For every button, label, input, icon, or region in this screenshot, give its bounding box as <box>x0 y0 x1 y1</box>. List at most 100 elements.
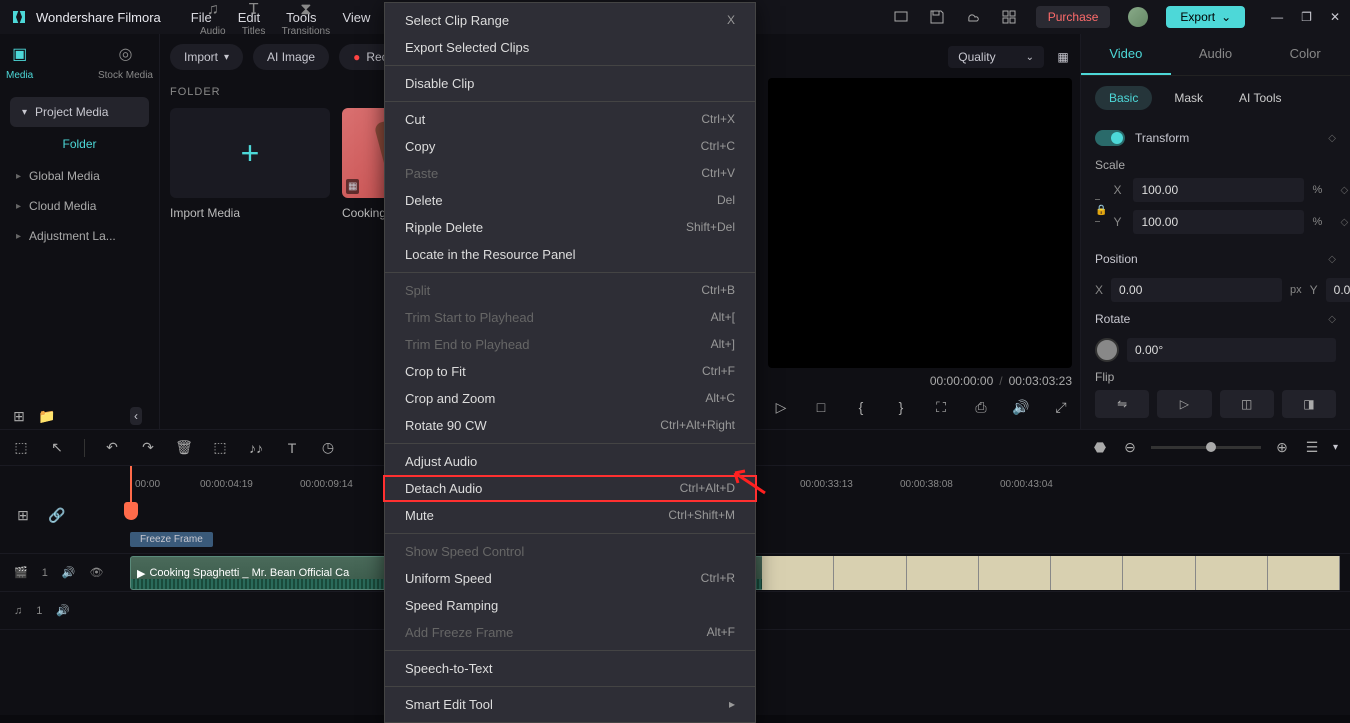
mark-in-button[interactable]: { <box>852 398 870 416</box>
collapse-sidebar-button[interactable]: ‹ <box>130 407 142 425</box>
zoom-slider[interactable] <box>1151 446 1261 449</box>
folder-icon[interactable]: 📁 <box>38 407 56 425</box>
preview-viewport[interactable] <box>768 78 1072 368</box>
cm-detach-audio[interactable]: Detach AudioCtrl+Alt+D <box>383 475 757 502</box>
cm-crop-fit[interactable]: Crop to FitCtrl+F <box>385 358 755 385</box>
volume-button[interactable]: 🔊 <box>1012 398 1030 416</box>
prop-tab-audio[interactable]: Audio <box>1171 34 1261 75</box>
tab-audio[interactable]: ♫Audio <box>200 0 226 37</box>
screen-icon[interactable] <box>892 8 910 26</box>
play-button[interactable]: ▷ <box>772 398 790 416</box>
mute-audio-icon[interactable]: 🔊 <box>56 604 70 617</box>
cm-crop-zoom[interactable]: Crop and ZoomAlt+C <box>385 385 755 412</box>
keyframe-icon[interactable]: ◇ <box>1328 254 1336 265</box>
flip-h-button[interactable]: ⇋ <box>1095 390 1149 418</box>
purchase-button[interactable]: Purchase <box>1036 6 1111 28</box>
cm-uniform-speed[interactable]: Uniform SpeedCtrl+R <box>385 565 755 592</box>
cm-speed-ramping[interactable]: Speed Ramping <box>385 592 755 619</box>
tl-speed-icon[interactable]: ◷ <box>319 439 337 457</box>
import-media-card[interactable]: + Import Media <box>170 108 330 220</box>
tl-link-icon[interactable]: 🔗 <box>48 506 66 524</box>
scale-x-input[interactable] <box>1133 178 1304 202</box>
sidebar-item-global[interactable]: Global Media <box>0 161 159 191</box>
apps-icon[interactable] <box>1000 8 1018 26</box>
cm-locate[interactable]: Locate in the Resource Panel <box>385 241 755 268</box>
tab-titles[interactable]: TTitles <box>242 0 266 37</box>
cm-copy[interactable]: CopyCtrl+C <box>385 133 755 160</box>
tl-redo-icon[interactable]: ↷ <box>139 439 157 457</box>
flip-4-button[interactable]: ◨ <box>1282 390 1336 418</box>
zoom-in-icon[interactable]: ⊕ <box>1273 439 1291 457</box>
cm-export-selected[interactable]: Export Selected Clips <box>385 34 755 61</box>
tl-marker-icon[interactable]: ⬣ <box>1091 439 1109 457</box>
tl-music-icon[interactable]: ♪♪ <box>247 439 265 457</box>
user-avatar[interactable] <box>1128 7 1148 27</box>
tl-undo-icon[interactable]: ↶ <box>103 439 121 457</box>
cm-cut[interactable]: CutCtrl+X <box>385 106 755 133</box>
cm-ripple-delete[interactable]: Ripple DeleteShift+Del <box>385 214 755 241</box>
tl-list-icon[interactable]: ☰ <box>1303 439 1321 457</box>
tl-cursor-icon[interactable]: ↖ <box>48 439 66 457</box>
save-icon[interactable] <box>928 8 946 26</box>
quality-select[interactable]: Quality⌄ <box>948 46 1044 68</box>
tab-transitions[interactable]: ⧗Transitions <box>282 0 331 37</box>
stop-button[interactable]: □ <box>812 398 830 416</box>
zoom-out-icon[interactable]: ⊖ <box>1121 439 1139 457</box>
menu-view[interactable]: View <box>342 10 370 25</box>
cm-mute[interactable]: MuteCtrl+Shift+M <box>385 502 755 529</box>
prop-subtab-basic[interactable]: Basic <box>1095 86 1152 110</box>
keyframe-icon[interactable]: ◇ <box>1340 185 1348 196</box>
tl-ripple-icon[interactable]: ⊞ <box>14 506 32 524</box>
mark-out-button[interactable]: } <box>892 398 910 416</box>
keyframe-icon[interactable]: ◇ <box>1328 314 1336 325</box>
rotate-input[interactable] <box>1127 338 1336 362</box>
scale-y-input[interactable] <box>1133 210 1304 234</box>
cm-select-range[interactable]: Select Clip RangeX <box>385 7 755 34</box>
tab-media[interactable]: ▣Media <box>6 42 33 81</box>
cm-speech-to-text[interactable]: Speech-to-Text <box>385 655 755 682</box>
playhead[interactable] <box>130 466 132 502</box>
export-button[interactable]: Export⌄ <box>1166 6 1245 28</box>
close-button[interactable]: ✕ <box>1330 10 1340 24</box>
tl-layout-icon[interactable]: ⬚ <box>12 439 30 457</box>
prop-subtab-mask[interactable]: Mask <box>1160 86 1217 110</box>
link-icon[interactable]: ⎯🔒⎯ <box>1095 194 1107 227</box>
snapshot-button[interactable]: ⎙ <box>972 398 990 416</box>
maximize-button[interactable]: ❐ <box>1301 10 1312 24</box>
sidebar-item-cloud[interactable]: Cloud Media <box>0 191 159 221</box>
cm-smart-edit[interactable]: Smart Edit Tool▸ <box>385 691 755 718</box>
flip-v-button[interactable]: ▷ <box>1157 390 1211 418</box>
minimize-button[interactable]: ― <box>1271 10 1283 24</box>
cm-adjust-audio[interactable]: Adjust Audio <box>385 448 755 475</box>
cm-rotate90[interactable]: Rotate 90 CWCtrl+Alt+Right <box>385 412 755 439</box>
fullscreen-button[interactable]: ⛶ <box>932 398 950 416</box>
chevron-down-icon[interactable]: ▾ <box>1333 442 1338 453</box>
flip-3-button[interactable]: ◫ <box>1220 390 1274 418</box>
snapshot-preview-icon[interactable]: ▦ <box>1054 48 1072 66</box>
tl-crop-icon[interactable]: ⬚ <box>211 439 229 457</box>
tab-stock[interactable]: ◎Stock Media <box>98 42 153 81</box>
expand-button[interactable]: ⤢ <box>1052 398 1070 416</box>
prop-tab-video[interactable]: Video <box>1081 34 1171 75</box>
prop-subtab-ai[interactable]: AI Tools <box>1225 86 1295 110</box>
sidebar-item-adjustment[interactable]: Adjustment La... <box>0 221 159 251</box>
mute-track-icon[interactable]: 🔊 <box>62 566 76 579</box>
cloud-icon[interactable] <box>964 8 982 26</box>
new-folder-icon[interactable]: ⊞ <box>10 407 28 425</box>
cm-disable-clip[interactable]: Disable Clip <box>385 70 755 97</box>
pos-y-input[interactable] <box>1326 278 1350 302</box>
prop-tab-color[interactable]: Color <box>1260 34 1350 75</box>
import-button[interactable]: Import▾ <box>170 44 243 70</box>
visibility-icon[interactable]: 👁 <box>90 566 104 579</box>
cm-delete[interactable]: DeleteDel <box>385 187 755 214</box>
keyframe-icon[interactable]: ◇ <box>1340 217 1348 228</box>
transform-toggle[interactable] <box>1095 130 1125 146</box>
keyframe-icon[interactable]: ◇ <box>1328 133 1336 144</box>
tl-text-icon[interactable]: T <box>283 439 301 457</box>
pos-x-input[interactable] <box>1111 278 1282 302</box>
ai-image-button[interactable]: AI Image <box>253 44 329 70</box>
tl-delete-icon[interactable]: 🗑 <box>175 439 193 457</box>
freeze-frame-tag[interactable]: Freeze Frame <box>130 532 213 547</box>
project-media-button[interactable]: ▾Project Media <box>10 97 149 127</box>
rotate-knob[interactable] <box>1095 338 1119 362</box>
